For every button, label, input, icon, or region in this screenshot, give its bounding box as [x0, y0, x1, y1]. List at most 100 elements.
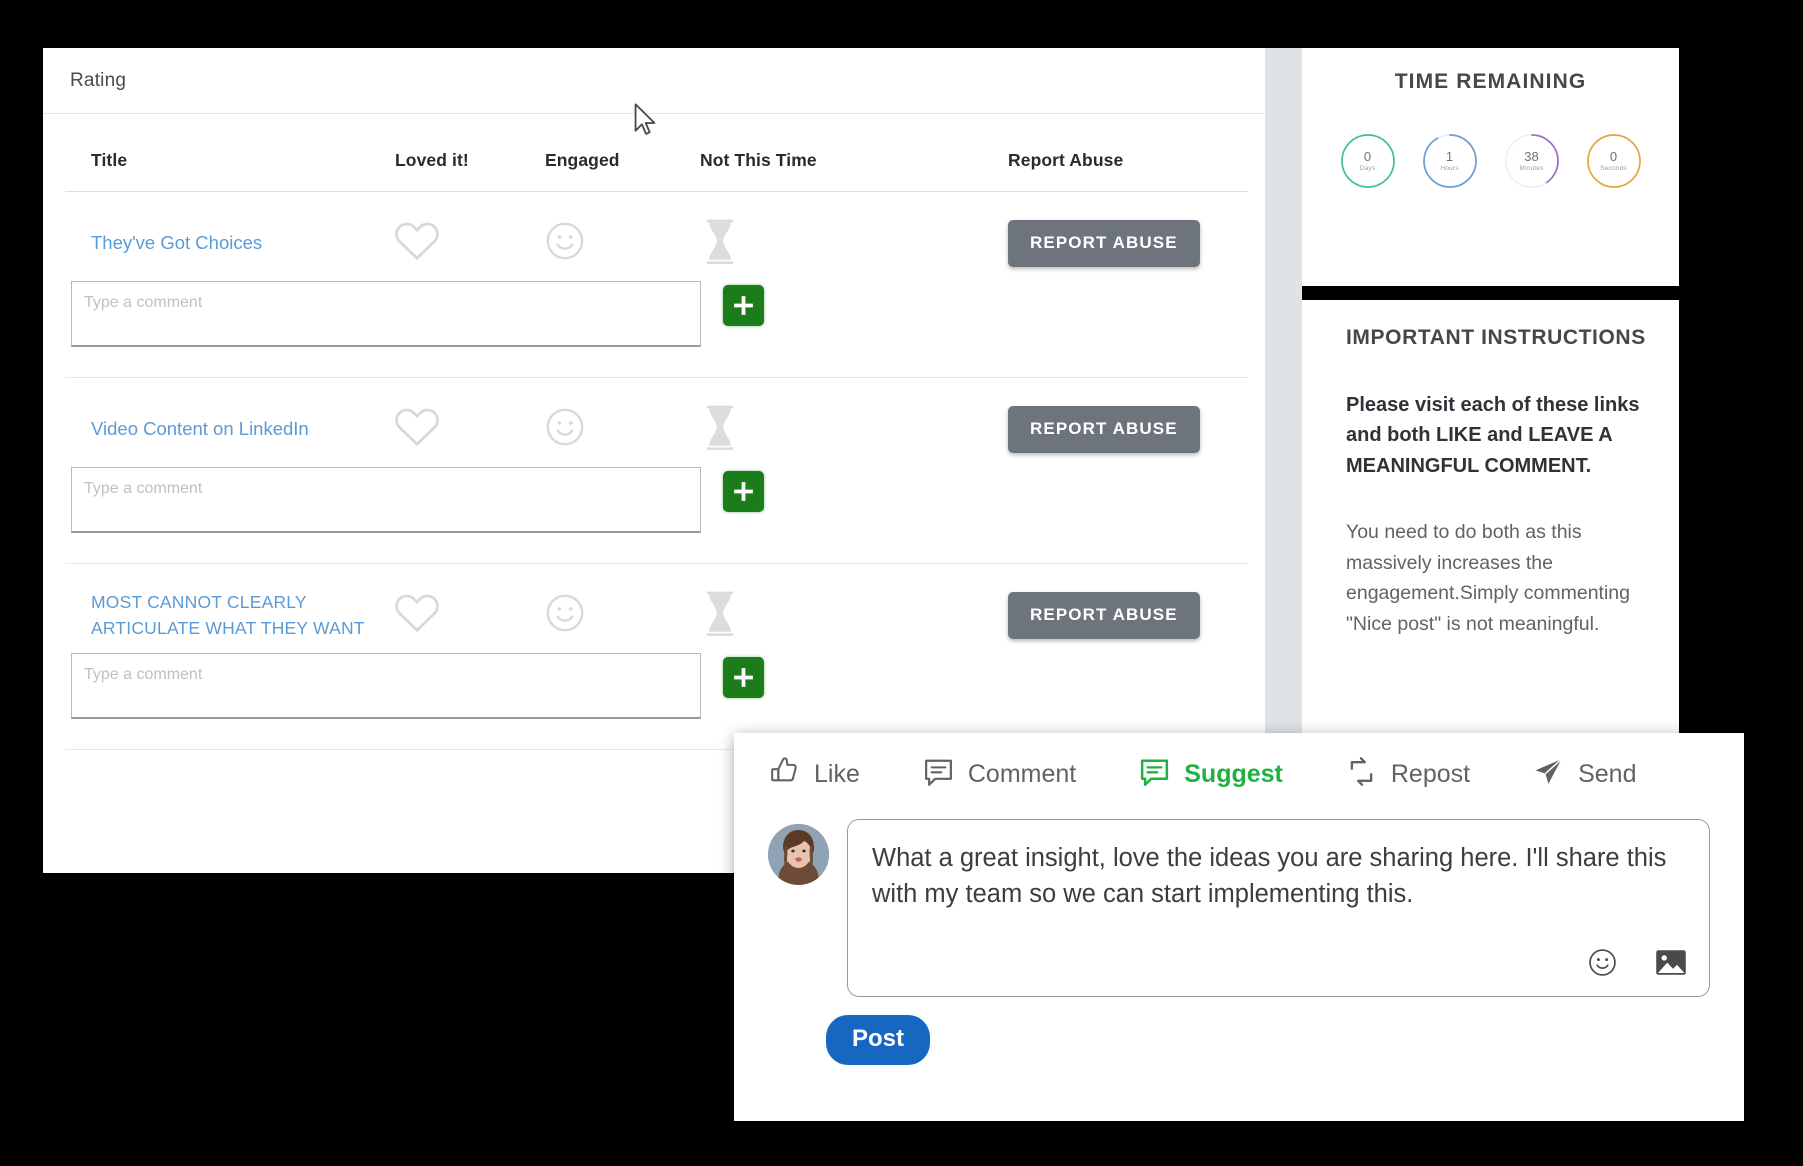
cell-loved	[395, 378, 545, 464]
rating-table-wrap: Title Loved it! Engaged Not This Time Re…	[43, 114, 1265, 750]
suggest-button[interactable]: Suggest	[1138, 755, 1283, 793]
column-header-loved: Loved it!	[395, 114, 545, 192]
page-title: Rating	[70, 69, 127, 91]
avatar	[768, 824, 829, 885]
post-button[interactable]: Post	[826, 1015, 931, 1065]
cell-title: Video Content on LinkedIn	[65, 378, 395, 464]
timer-value-minutes: 38	[1524, 148, 1539, 164]
comment-text-value: What a great insight, love the ideas you…	[872, 844, 1667, 909]
linkedin-comment-popup: Like Comment Suggest Repost Send What a …	[734, 733, 1744, 1121]
repost-button[interactable]: Repost	[1345, 755, 1470, 793]
cell-not-this-time	[700, 378, 948, 464]
repost-label: Repost	[1390, 759, 1471, 788]
comment-row	[65, 277, 1248, 377]
table-body: They've Got Choices REPORT ABUSE Type a …	[65, 192, 1248, 750]
image-icon[interactable]	[1655, 948, 1687, 982]
column-header-report-abuse: Report Abuse	[948, 114, 1248, 192]
post-row: Post	[734, 997, 1744, 1065]
comment-label: Comment	[967, 759, 1077, 788]
time-remaining-title: TIME REMAINING	[1394, 70, 1587, 93]
timer-label-days: Days	[1359, 164, 1376, 172]
timer-unit-minutes: 38 Minutes	[1503, 132, 1561, 190]
instructions-body: Please visit each of these links and bot…	[1302, 390, 1679, 640]
time-remaining-card: TIME REMAINING 0 Days 1 Hours 38 Minutes…	[1302, 48, 1679, 286]
comment-input[interactable]	[71, 653, 701, 719]
column-header-engaged: Engaged	[545, 114, 700, 192]
post-title-link[interactable]: MOST CANNOT CLEARLY ARTICULATE WHAT THEY…	[65, 590, 395, 641]
comment-row	[65, 463, 1248, 563]
timer-unit-hours: 1 Hours	[1421, 132, 1479, 190]
timer-value-seconds: 0	[1609, 148, 1618, 164]
cell-title: They've Got Choices	[65, 192, 395, 278]
cell-engaged	[545, 192, 700, 278]
screen: Rating Title Loved it! Engaged Not This …	[0, 0, 1803, 1166]
like-button[interactable]: Like	[768, 755, 860, 793]
cell-report-abuse: REPORT ABUSE	[948, 564, 1248, 650]
timer-rings: 0 Days 1 Hours 38 Minutes 0 Seconds	[1302, 132, 1679, 190]
emoji-icon[interactable]	[1588, 948, 1617, 982]
send-button[interactable]: Send	[1532, 755, 1636, 793]
add-comment-button[interactable]	[723, 471, 764, 512]
paper-plane-icon	[1532, 755, 1565, 793]
plus-icon	[734, 668, 753, 687]
instructions-bold-text: Please visit each of these links and bot…	[1346, 394, 1640, 477]
rating-table: Title Loved it! Engaged Not This Time Re…	[65, 114, 1248, 750]
table-row: They've Got Choices REPORT ABUSE	[65, 192, 1248, 278]
smiley-icon[interactable]	[545, 593, 585, 638]
cell-engaged	[545, 564, 700, 650]
cell-not-this-time	[700, 564, 948, 650]
comment-input[interactable]	[71, 281, 701, 347]
cell-not-this-time	[700, 192, 948, 278]
timer-value-hours: 1	[1445, 148, 1454, 164]
plus-icon	[734, 296, 753, 315]
panel-header: Rating	[43, 48, 1265, 114]
post-title-link[interactable]: Video Content on LinkedIn	[65, 416, 309, 443]
add-comment-button[interactable]	[723, 657, 764, 698]
timer-label-minutes: Minutes	[1519, 164, 1544, 172]
compose-icons	[1588, 948, 1687, 982]
column-header-not-this-time: Not This Time	[700, 114, 948, 192]
linkedin-compose-area: What a great insight, love the ideas you…	[734, 809, 1744, 997]
report-abuse-button[interactable]: REPORT ABUSE	[1008, 592, 1200, 639]
cell-title: MOST CANNOT CLEARLY ARTICULATE WHAT THEY…	[65, 564, 395, 650]
cell-report-abuse: REPORT ABUSE	[948, 378, 1248, 464]
smiley-icon[interactable]	[545, 221, 585, 266]
timer-unit-seconds: 0 Seconds	[1585, 132, 1643, 190]
hourglass-icon[interactable]	[700, 218, 740, 269]
heart-icon[interactable]	[395, 593, 439, 638]
heart-icon[interactable]	[395, 221, 439, 266]
timer-unit-days: 0 Days	[1339, 132, 1397, 190]
timer-value-days: 0	[1363, 148, 1372, 164]
comment-textarea[interactable]: What a great insight, love the ideas you…	[847, 819, 1710, 997]
hourglass-icon[interactable]	[700, 404, 740, 455]
cell-report-abuse: REPORT ABUSE	[948, 192, 1248, 278]
send-label: Send	[1578, 759, 1637, 788]
timer-label-seconds: Seconds	[1600, 164, 1627, 172]
suggest-label: Suggest	[1184, 759, 1283, 788]
instructions-paragraph: You need to do both as this massively in…	[1346, 521, 1630, 635]
linkedin-action-bar: Like Comment Suggest Repost Send	[734, 733, 1744, 809]
instructions-card: IMPORTANT INSTRUCTIONS Please visit each…	[1302, 300, 1679, 740]
comment-input[interactable]	[71, 467, 701, 533]
cell-loved	[395, 192, 545, 278]
plus-icon	[734, 482, 753, 501]
cell-comment	[65, 277, 1248, 377]
post-title-link[interactable]: They've Got Choices	[65, 230, 262, 257]
timer-label-hours: Hours	[1440, 164, 1459, 172]
comment-button[interactable]: Comment	[922, 755, 1076, 793]
hourglass-icon[interactable]	[700, 590, 740, 641]
repost-arrows-icon	[1345, 755, 1378, 793]
smiley-icon[interactable]	[545, 407, 585, 452]
report-abuse-button[interactable]: REPORT ABUSE	[1008, 220, 1200, 267]
like-label: Like	[814, 759, 860, 788]
cell-comment	[65, 463, 1248, 563]
suggest-bubble-icon	[1138, 755, 1171, 793]
instructions-heading: IMPORTANT INSTRUCTIONS	[1346, 326, 1646, 349]
add-comment-button[interactable]	[723, 285, 764, 326]
table-row: Video Content on LinkedIn REPORT ABUSE	[65, 378, 1248, 464]
report-abuse-button[interactable]: REPORT ABUSE	[1008, 406, 1200, 453]
heart-icon[interactable]	[395, 407, 439, 452]
cell-loved	[395, 564, 545, 650]
table-header: Title Loved it! Engaged Not This Time Re…	[65, 114, 1248, 192]
table-row: MOST CANNOT CLEARLY ARTICULATE WHAT THEY…	[65, 564, 1248, 650]
